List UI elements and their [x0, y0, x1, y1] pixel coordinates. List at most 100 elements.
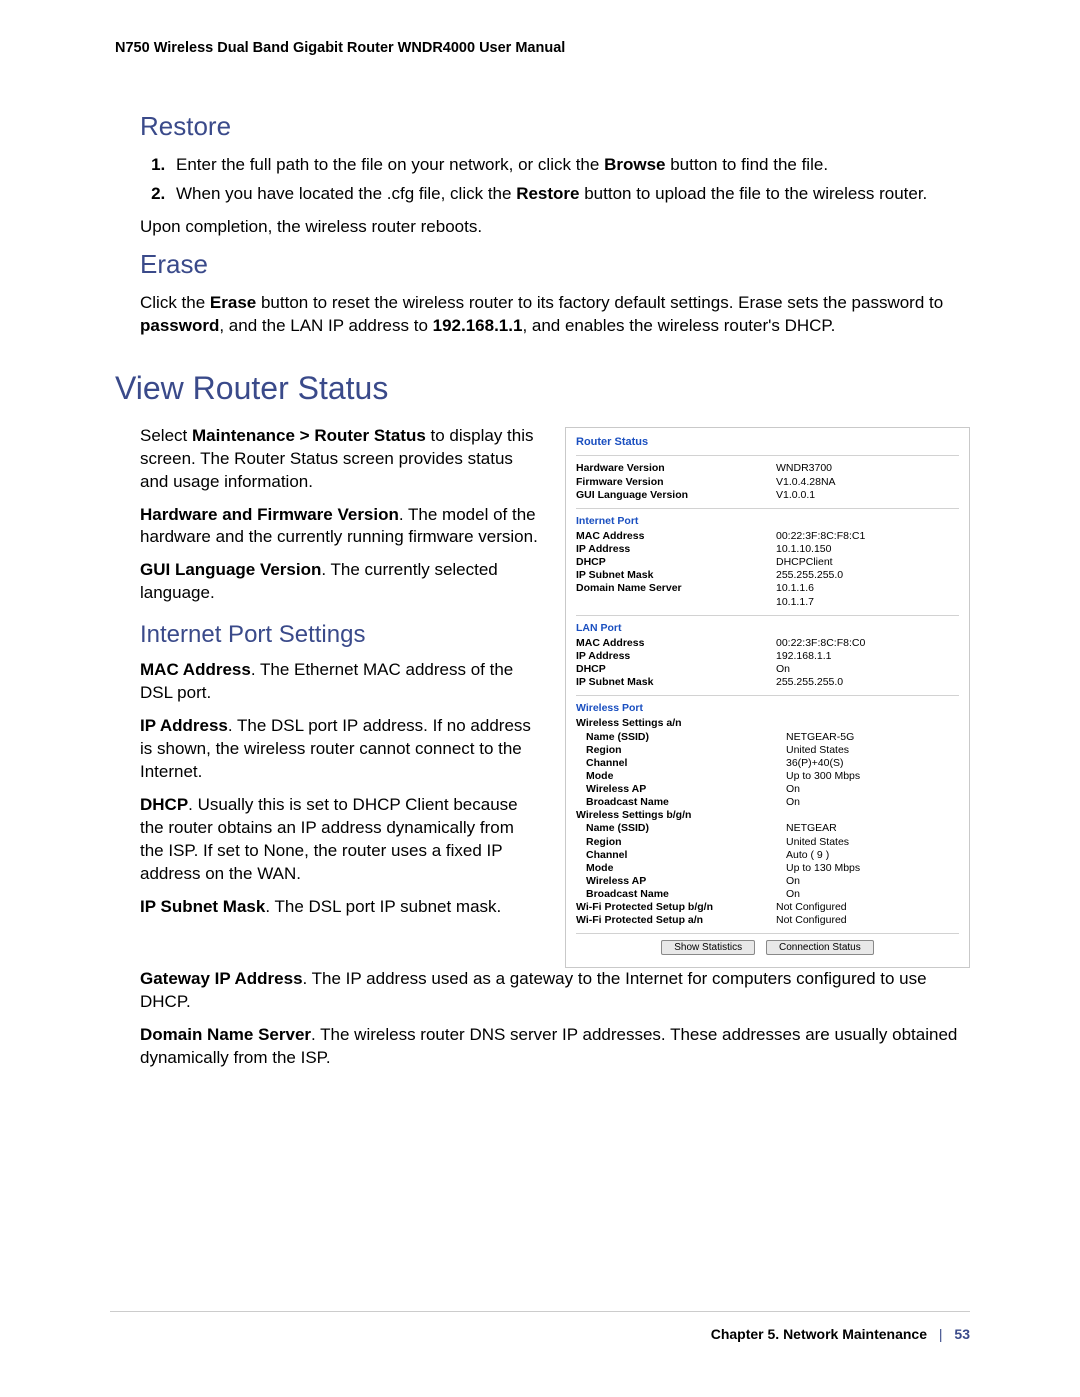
value: 10.1.10.150: [776, 543, 959, 556]
row-an-mode: ModeUp to 300 Mbps: [576, 770, 959, 783]
text: button to upload the file to the wireles…: [580, 184, 928, 203]
footer-separator: |: [939, 1326, 943, 1342]
row-an-head: Wireless Settings a/n: [576, 717, 959, 730]
term: GUI Language Version: [140, 560, 321, 579]
label: Broadcast Name: [576, 796, 786, 809]
label: DHCP: [576, 663, 776, 676]
value: Up to 300 Mbps: [786, 770, 959, 783]
row-inet-dns: Domain Name Server10.1.1.6 10.1.1.7: [576, 582, 959, 608]
text: , and the LAN IP address to: [219, 316, 432, 335]
value: NETGEAR: [786, 822, 959, 835]
label: IP Address: [576, 543, 776, 556]
lan-port-title: LAN Port: [576, 622, 959, 635]
panel-title: Router Status: [576, 436, 959, 450]
restore-heading: Restore: [140, 111, 970, 142]
row-bgn-region: RegionUnited States: [576, 836, 959, 849]
internet-port-title: Internet Port: [576, 515, 959, 528]
text: button to find the file.: [665, 155, 828, 174]
value: Not Configured: [776, 914, 959, 927]
page-footer: Chapter 5. Network Maintenance | 53: [110, 1311, 970, 1342]
gui-lang-definition: GUI Language Version. The currently sele…: [140, 559, 540, 605]
password-value: password: [140, 316, 219, 335]
dns2: 10.1.1.7: [776, 596, 814, 608]
text: . Usually this is set to DHCP Client bec…: [140, 795, 518, 883]
label: Mode: [576, 770, 786, 783]
value: On: [786, 783, 959, 796]
label: IP Address: [576, 650, 776, 663]
term: Gateway IP Address: [140, 969, 303, 988]
restore-label: Restore: [516, 184, 579, 203]
label: MAC Address: [576, 637, 776, 650]
value: 255.255.255.0: [776, 569, 959, 582]
label: Hardware Version: [576, 462, 776, 475]
row-bgn-channel: ChannelAuto ( 9 ): [576, 849, 959, 862]
label: Name (SSID): [576, 731, 786, 744]
view-intro: Select Maintenance > Router Status to di…: [140, 425, 540, 494]
label: Domain Name Server: [576, 582, 776, 608]
mac-definition: MAC Address. The Ethernet MAC address of…: [140, 659, 540, 705]
row-wps-an: Wi-Fi Protected Setup a/nNot Configured: [576, 914, 959, 927]
label: Channel: [576, 849, 786, 862]
nav-path: Maintenance > Router Status: [192, 426, 426, 445]
page-header: N750 Wireless Dual Band Gigabit Router W…: [115, 40, 970, 56]
row-fw: Firmware VersionV1.0.4.28NA: [576, 476, 959, 489]
term: DHCP: [140, 795, 188, 814]
row-an-bcast: Broadcast NameOn: [576, 796, 959, 809]
dns1: 10.1.1.6: [776, 582, 814, 594]
value: 255.255.255.0: [776, 676, 959, 689]
label: GUI Language Version: [576, 489, 776, 502]
row-bgn-ssid: Name (SSID)NETGEAR: [576, 822, 959, 835]
wireless-port-title: Wireless Port: [576, 702, 959, 715]
text: . The DSL port IP subnet mask.: [265, 897, 501, 916]
value: Not Configured: [776, 901, 959, 914]
value: 36(P)+40(S): [786, 757, 959, 770]
row-bgn-head: Wireless Settings b/g/n: [576, 809, 959, 822]
value: DHCPClient: [776, 556, 959, 569]
restore-step-2: When you have located the .cfg file, cli…: [170, 183, 970, 206]
label: Broadcast Name: [576, 888, 786, 901]
text: Select: [140, 426, 192, 445]
value: 00:22:3F:8C:F8:C0: [776, 637, 959, 650]
mask-definition: IP Subnet Mask. The DSL port IP subnet m…: [140, 896, 540, 919]
label: Wi-Fi Protected Setup b/g/n: [576, 901, 776, 914]
value: Auto ( 9 ): [786, 849, 959, 862]
label: Firmware Version: [576, 476, 776, 489]
erase-paragraph: Click the Erase button to reset the wire…: [140, 292, 970, 338]
label: Wireless AP: [576, 783, 786, 796]
row-inet-mac: MAC Address00:22:3F:8C:F8:C1: [576, 530, 959, 543]
text: , and enables the wireless router's DHCP…: [522, 316, 835, 335]
erase-label: Erase: [210, 293, 256, 312]
dns-definition: Domain Name Server. The wireless router …: [140, 1024, 970, 1070]
term: Domain Name Server: [140, 1025, 311, 1044]
erase-heading: Erase: [140, 249, 970, 280]
value: V1.0.0.1: [776, 489, 959, 502]
ip-value: 192.168.1.1: [433, 316, 523, 335]
view-router-status-heading: View Router Status: [115, 370, 970, 407]
connection-status-button[interactable]: Connection Status: [766, 940, 874, 955]
term: Hardware and Firmware Version: [140, 505, 399, 524]
text: button to reset the wireless router to i…: [256, 293, 943, 312]
term: MAC Address: [140, 660, 251, 679]
value: NETGEAR-5G: [786, 731, 959, 744]
row-gui: GUI Language VersionV1.0.0.1: [576, 489, 959, 502]
value: United States: [786, 836, 959, 849]
browse-label: Browse: [604, 155, 665, 174]
restore-after: Upon completion, the wireless router reb…: [140, 216, 970, 239]
label: Wireless Settings b/g/n: [576, 809, 776, 822]
restore-step-1: Enter the full path to the file on your …: [170, 154, 970, 177]
label: Wi-Fi Protected Setup a/n: [576, 914, 776, 927]
label: Channel: [576, 757, 786, 770]
value: On: [786, 875, 959, 888]
label: DHCP: [576, 556, 776, 569]
label: IP Subnet Mask: [576, 569, 776, 582]
gateway-definition: Gateway IP Address. The IP address used …: [140, 968, 970, 1014]
row-an-region: RegionUnited States: [576, 744, 959, 757]
label: IP Subnet Mask: [576, 676, 776, 689]
hw-fw-definition: Hardware and Firmware Version. The model…: [140, 504, 540, 550]
ipaddr-definition: IP Address. The DSL port IP address. If …: [140, 715, 540, 784]
value: 192.168.1.1: [776, 650, 959, 663]
show-statistics-button[interactable]: Show Statistics: [661, 940, 755, 955]
value: V1.0.4.28NA: [776, 476, 959, 489]
row-inet-ip: IP Address10.1.10.150: [576, 543, 959, 556]
term: IP Subnet Mask: [140, 897, 265, 916]
